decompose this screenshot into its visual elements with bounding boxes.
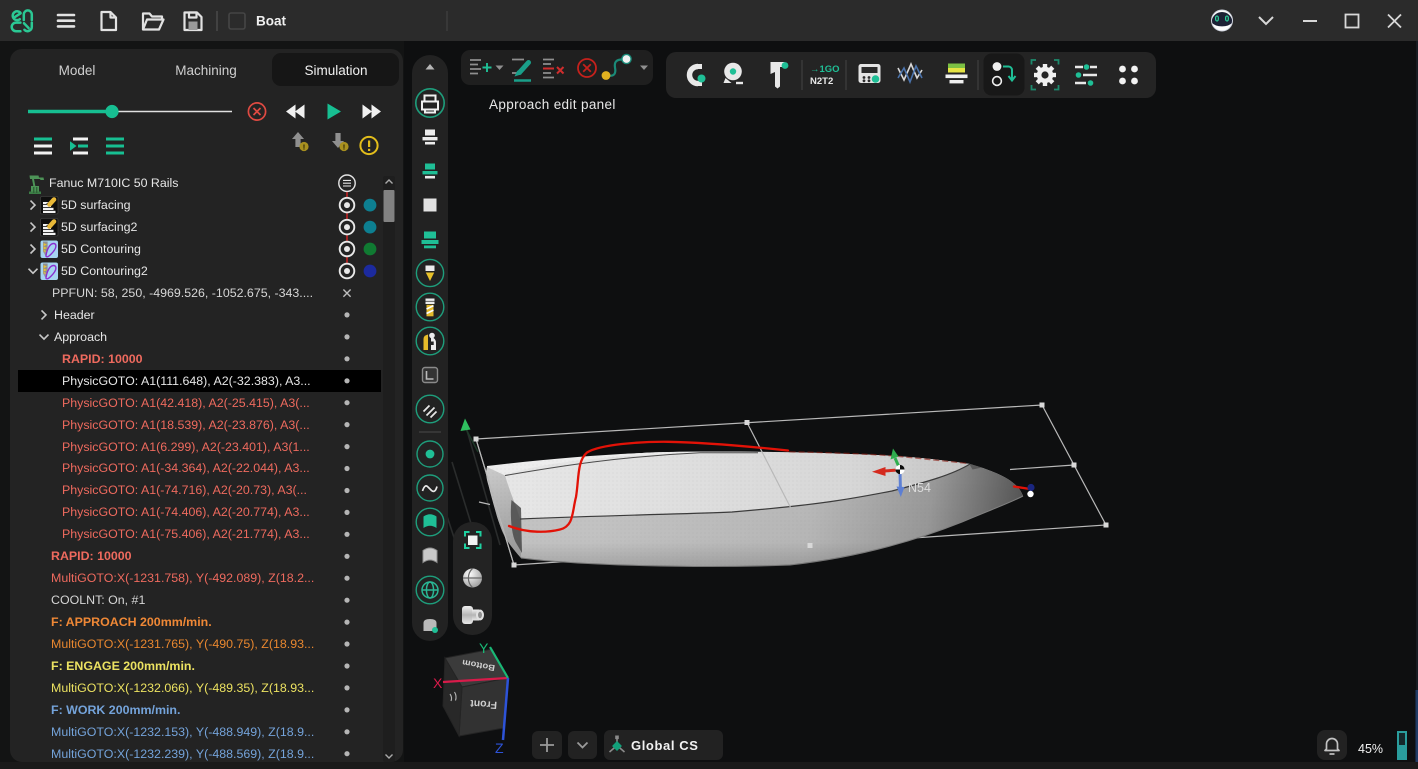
- svg-text:Front: Front: [469, 697, 497, 711]
- svg-text:0: 0: [1215, 15, 1220, 24]
- svg-text:X: X: [433, 675, 443, 691]
- svg-text:N2T2: N2T2: [810, 76, 833, 87]
- svg-text:Y: Y: [479, 640, 489, 656]
- svg-text:Boat: Boat: [256, 14, 287, 29]
- svg-text:Z: Z: [495, 740, 504, 756]
- svg-text:!: !: [343, 143, 346, 152]
- svg-text:N54: N54: [908, 481, 931, 495]
- svg-text:Global CS: Global CS: [631, 738, 699, 753]
- svg-text:→1GO: →1GO: [810, 64, 840, 75]
- svg-text:0: 0: [1225, 15, 1230, 24]
- svg-text:!: !: [303, 143, 306, 152]
